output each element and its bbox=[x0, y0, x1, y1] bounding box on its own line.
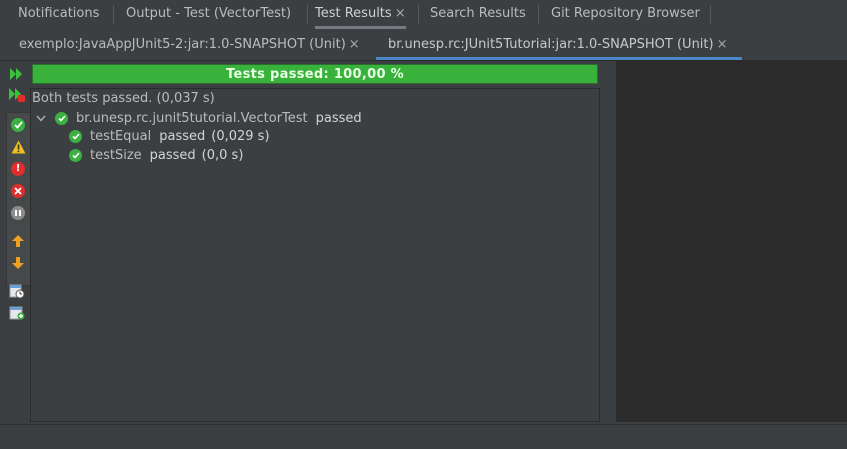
filter-button-group: ! bbox=[6, 112, 32, 286]
output-pane[interactable] bbox=[616, 61, 847, 422]
tab-separator bbox=[710, 5, 711, 24]
tab-label: Git Repository Browser bbox=[551, 6, 700, 21]
next-failure-icon[interactable] bbox=[9, 254, 27, 272]
previous-failure-icon[interactable] bbox=[9, 232, 27, 250]
passed-icon bbox=[69, 129, 82, 143]
test-time: (0,029 s) bbox=[211, 128, 270, 144]
test-node[interactable]: testEqual passed (0,029 s) bbox=[69, 127, 270, 145]
chevron-down-icon[interactable] bbox=[35, 112, 47, 124]
close-icon[interactable]: × bbox=[349, 37, 360, 52]
test-name: testEqual bbox=[90, 128, 152, 144]
tests-progress-bar: Tests passed: 100,00 % bbox=[32, 64, 598, 84]
tab-notifications[interactable]: Notifications bbox=[18, 0, 99, 28]
tab-label: Output - Test (VectorTest) bbox=[126, 6, 292, 21]
rerun-icon[interactable] bbox=[8, 65, 26, 83]
test-node[interactable]: testSize passed (0,0 s) bbox=[69, 146, 243, 164]
rerun-failed-icon[interactable] bbox=[8, 86, 26, 104]
status-bar bbox=[0, 424, 847, 449]
tab-label: exemplo:JavaAppJUnit5-2:jar:1.0-SNAPSHOT… bbox=[19, 37, 346, 52]
suite-name: br.unesp.rc.junit5tutorial.VectorTest bbox=[76, 110, 308, 126]
tab-label: br.unesp.rc:JUnit5Tutorial:jar:1.0-SNAPS… bbox=[388, 37, 714, 52]
tab-output-test[interactable]: Output - Test (VectorTest) bbox=[126, 0, 291, 28]
output-tab-strip: Notifications Output - Test (VectorTest)… bbox=[0, 0, 847, 30]
test-suite-node[interactable]: br.unesp.rc.junit5tutorial.VectorTest pa… bbox=[35, 109, 362, 127]
close-icon[interactable]: × bbox=[395, 6, 406, 21]
show-passed-icon[interactable] bbox=[9, 116, 27, 134]
test-results-tree: Both tests passed. (0,037 s) br.unesp.rc… bbox=[30, 88, 600, 422]
tab-session-junit5tutorial[interactable]: br.unesp.rc:JUnit5Tutorial:jar:1.0-SNAPS… bbox=[376, 29, 741, 60]
show-warnings-icon[interactable] bbox=[9, 138, 27, 156]
tab-label: Notifications bbox=[18, 6, 100, 21]
show-errors-icon[interactable]: ! bbox=[9, 160, 27, 178]
tab-label: Search Results bbox=[430, 6, 526, 21]
results-summary: Both tests passed. (0,037 s) bbox=[32, 91, 215, 106]
test-session-tab-strip: exemplo:JavaAppJUnit5-2:jar:1.0-SNAPSHOT… bbox=[0, 29, 847, 61]
passed-icon bbox=[55, 111, 68, 125]
tab-test-results[interactable]: Test Results × bbox=[315, 0, 406, 29]
test-status: passed bbox=[149, 147, 196, 163]
test-status: passed bbox=[159, 128, 206, 144]
tab-session-javaappjunit5[interactable]: exemplo:JavaAppJUnit5-2:jar:1.0-SNAPSHOT… bbox=[19, 29, 360, 60]
tab-separator bbox=[113, 5, 114, 24]
new-test-icon[interactable] bbox=[8, 304, 26, 322]
tab-git-repository-browser[interactable]: Git Repository Browser bbox=[551, 0, 700, 28]
tab-label: Test Results bbox=[315, 6, 392, 21]
tab-separator bbox=[538, 5, 539, 24]
passed-icon bbox=[69, 148, 82, 162]
close-icon[interactable]: × bbox=[717, 37, 728, 52]
test-results-toolbar: ! bbox=[6, 60, 32, 422]
progress-label: Tests passed: 100,00 % bbox=[226, 66, 404, 82]
suite-status: passed bbox=[315, 110, 362, 126]
test-name: testSize bbox=[90, 147, 142, 163]
show-aborted-icon[interactable] bbox=[9, 204, 27, 222]
sort-by-time-icon[interactable] bbox=[8, 282, 26, 300]
show-failures-icon[interactable] bbox=[9, 182, 27, 200]
tab-search-results[interactable]: Search Results bbox=[430, 0, 526, 28]
tab-separator bbox=[418, 5, 419, 24]
tab-separator bbox=[307, 5, 308, 24]
test-time: (0,0 s) bbox=[201, 147, 244, 163]
